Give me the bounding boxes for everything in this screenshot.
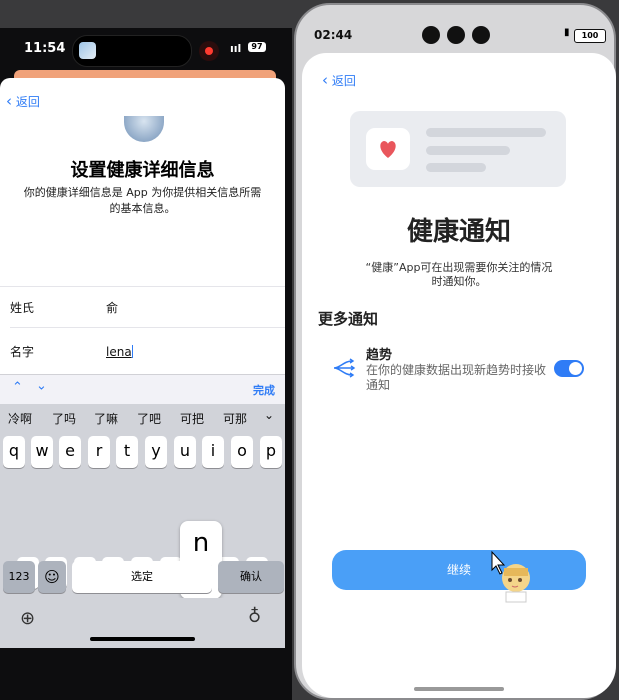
key-row-1: q w e r t y u i o p xyxy=(3,436,285,470)
cursor-icon xyxy=(491,550,530,603)
placeholder-line xyxy=(426,146,510,155)
numbers-key[interactable]: 123 xyxy=(3,561,35,593)
key[interactable]: i xyxy=(202,436,224,468)
trend-description: 在你的健康数据出现新趋势时接收通知 xyxy=(366,363,547,392)
candidate-item[interactable]: 可把 xyxy=(180,410,204,427)
screen-recording-thumbnail xyxy=(79,42,96,59)
camera-icon xyxy=(472,26,490,44)
trend-title: 趋势 xyxy=(366,348,393,363)
last-name-field[interactable]: 俞 xyxy=(106,299,118,316)
emoji-icon[interactable]: ☺ xyxy=(38,561,66,593)
camera-icon xyxy=(422,26,440,44)
page-title: 健康通知 xyxy=(406,217,511,247)
globe-icon[interactable]: ⊕ xyxy=(20,608,35,629)
back-label: 返回 xyxy=(15,95,40,109)
lock-icon: ▮ xyxy=(564,27,570,38)
key[interactable]: q xyxy=(3,436,25,468)
status-bar: 11:54 ııl 97 xyxy=(0,28,292,72)
page-description: 你的健康详细信息是 App 为你提供相关信息所需的基本信息。 xyxy=(23,186,262,215)
candidate-item[interactable]: 了吗 xyxy=(52,410,76,427)
expand-candidates-icon[interactable]: ⌄ xyxy=(264,408,274,422)
trend-icon xyxy=(333,358,356,378)
camera-icon xyxy=(447,26,465,44)
section-title: 更多通知 xyxy=(318,310,379,328)
status-time: 02:44 xyxy=(314,28,353,42)
candidate-bar: 冷啊 了吗 了嘛 了吧 可把 可那 ⌄ xyxy=(0,404,285,432)
trend-toggle[interactable] xyxy=(554,360,584,377)
heart-icon xyxy=(380,141,396,158)
placeholder-line xyxy=(426,128,546,137)
dynamic-island xyxy=(72,35,219,67)
candidate-item[interactable]: 冷啊 xyxy=(8,410,32,427)
first-name-value: lena xyxy=(106,345,132,359)
candidate-item[interactable]: 了嘛 xyxy=(94,410,118,427)
home-indicator xyxy=(414,687,504,691)
home-indicator xyxy=(90,637,195,641)
status-time: 11:54 xyxy=(24,41,66,56)
back-label: 返回 xyxy=(331,74,356,88)
battery-indicator: 97 xyxy=(248,42,266,52)
right-phone: 02:44 ▮ 100 ‹ 返回 健康通知 “健康”App可在出现需要你关注的情… xyxy=(292,3,619,700)
key[interactable]: t xyxy=(116,436,138,468)
back-chevron-icon: ‹ xyxy=(322,71,328,89)
back-chevron-icon: ‹ xyxy=(6,92,12,110)
left-phone-screen: 11:54 ııl 97 ‹ 返回 设置健康详细信息 你的健康详细信息是 App… xyxy=(0,28,292,700)
record-indicator-icon xyxy=(199,41,219,61)
phone-frame: 02:44 ▮ 100 ‹ 返回 健康通知 “健康”App可在出现需要你关注的情… xyxy=(294,3,616,700)
health-details-sheet: ‹ 返回 设置健康详细信息 你的健康详细信息是 App 为你提供相关信息所需的基… xyxy=(0,78,285,648)
first-name-field[interactable]: lena xyxy=(106,341,133,360)
next-field-icon[interactable]: ⌃ xyxy=(36,376,47,391)
last-name-label: 姓氏 xyxy=(10,301,35,315)
text-cursor xyxy=(131,345,133,358)
first-name-label: 名字 xyxy=(10,345,35,359)
signal-icon: ııl xyxy=(230,42,242,55)
candidate-item[interactable]: 了吧 xyxy=(137,410,161,427)
placeholder-line xyxy=(426,163,486,172)
key[interactable]: o xyxy=(231,436,253,468)
key[interactable]: p xyxy=(260,436,282,468)
back-button[interactable]: ‹ 返回 xyxy=(322,71,356,89)
space-key[interactable]: 选定 xyxy=(72,561,212,593)
app-icon xyxy=(366,128,410,170)
divider xyxy=(10,327,285,328)
done-button[interactable]: 完成 xyxy=(253,382,275,398)
key[interactable]: u xyxy=(174,436,196,468)
page-subtitle: “健康”App可在出现需要你关注的情况时通知你。 xyxy=(365,261,553,288)
input-toolbar: ⌃ ⌃ 完成 xyxy=(0,374,285,405)
mic-icon[interactable]: ♁ xyxy=(248,606,261,627)
page-title: 设置健康详细信息 xyxy=(70,160,215,181)
status-bar: 02:44 ▮ 100 xyxy=(302,21,617,51)
battery-indicator: 100 xyxy=(574,29,606,43)
toggle-knob xyxy=(569,362,582,375)
key[interactable]: w xyxy=(31,436,53,468)
key[interactable]: e xyxy=(59,436,81,468)
details-form: 姓氏 俞 名字 lena xyxy=(0,286,285,371)
health-notification-page: ‹ 返回 健康通知 “健康”App可在出现需要你关注的情况时通知你。 更多通知 xyxy=(302,53,616,698)
candidate-item[interactable]: 可那 xyxy=(223,410,247,427)
key[interactable]: r xyxy=(88,436,110,468)
notification-illustration xyxy=(350,111,566,187)
key[interactable]: y xyxy=(145,436,167,468)
avatar xyxy=(124,116,164,142)
previous-field-icon[interactable]: ⌃ xyxy=(12,380,23,395)
back-button[interactable]: ‹ 返回 xyxy=(6,92,40,110)
return-key[interactable]: 确认 xyxy=(218,561,284,593)
continue-button[interactable]: 继续 xyxy=(332,550,586,590)
